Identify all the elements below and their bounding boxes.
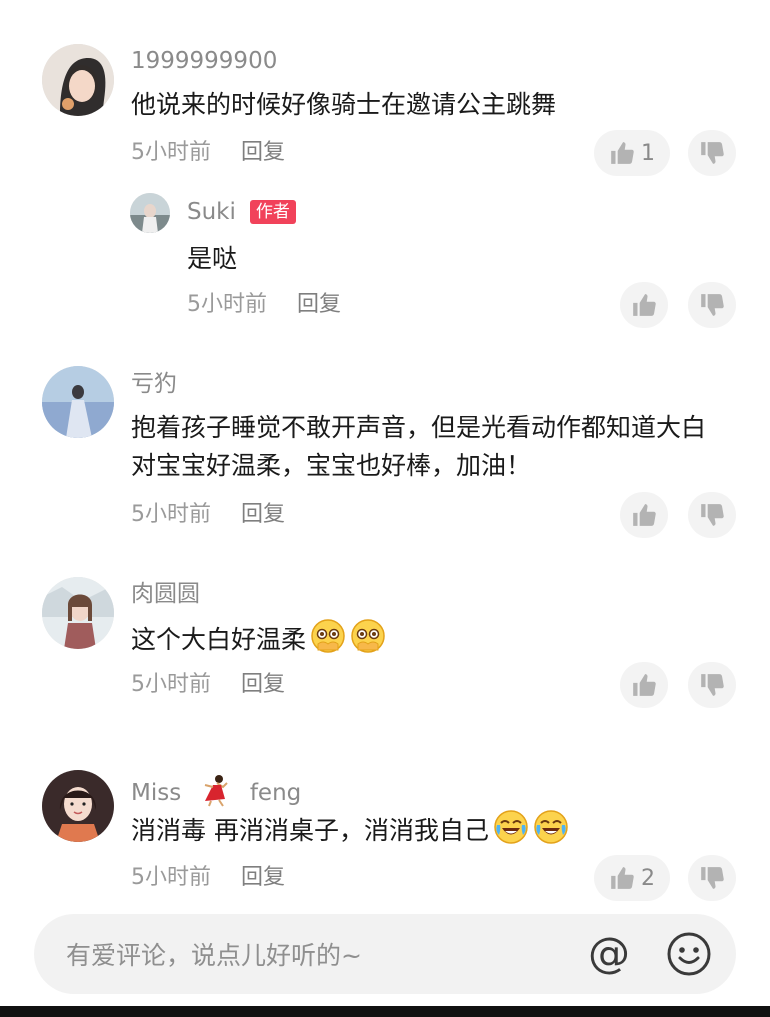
reply-button[interactable]: 回复 <box>297 292 341 317</box>
comment-text: 他说来的时候好像骑士在邀请公主跳舞 <box>131 90 557 119</box>
like-count: 2 <box>641 865 655 891</box>
comment-text: 抱着孩子睡觉不敢开声音，但是光看动作都知道大白对宝宝好温柔，宝宝也好棒，加油！ <box>131 413 707 480</box>
thumbs-down-icon <box>701 142 724 164</box>
comment-input[interactable] <box>64 914 548 996</box>
comment-meta: 5小时前 回复 <box>131 139 285 167</box>
thumbs-up-icon <box>633 504 656 526</box>
comment-username[interactable]: 亏犳 <box>131 370 177 398</box>
comment-meta: 5小时前 回复 <box>131 671 285 699</box>
thumbs-up-icon <box>611 867 634 889</box>
dislike-button[interactable] <box>688 130 736 176</box>
dislike-button[interactable] <box>688 855 736 901</box>
reply-button[interactable]: 回复 <box>241 865 285 890</box>
thumbs-up-icon <box>633 674 656 696</box>
pleading-face-emoji <box>351 619 385 653</box>
comment-username[interactable]: 肉圆圆 <box>131 580 200 608</box>
smiley-face-icon[interactable] <box>666 931 712 977</box>
comment-meta: 5小时前 回复 <box>131 864 285 892</box>
thumbs-down-icon <box>701 294 724 316</box>
thumbs-down-icon <box>701 674 724 696</box>
like-button[interactable]: 1 <box>594 130 670 176</box>
like-button[interactable] <box>620 492 668 538</box>
author-badge: 作者 <box>249 200 296 224</box>
comment-text: 是哒 <box>187 244 238 273</box>
comment-text: 这个大白好温柔 <box>131 618 721 659</box>
user-avatar[interactable] <box>42 770 114 842</box>
dancer-emoji <box>204 775 228 807</box>
thumbs-down-icon <box>701 504 724 526</box>
comment-time: 5小时前 <box>187 292 267 317</box>
dislike-button[interactable] <box>688 282 736 328</box>
comment-time: 5小时前 <box>131 140 211 165</box>
like-count: 1 <box>641 140 655 166</box>
dislike-button[interactable] <box>688 662 736 708</box>
comment-list: 1999999900 他说来的时候好像骑士在邀请公主跳舞 5小时前 回复 1 Su… <box>10 0 760 1006</box>
comment-time: 5小时前 <box>131 865 211 890</box>
comment-username[interactable]: Miss feng <box>131 773 301 807</box>
comment-username[interactable]: Suki 作者 <box>187 198 296 226</box>
screen-edge <box>0 1006 770 1017</box>
like-button[interactable]: 2 <box>594 855 670 901</box>
user-avatar[interactable] <box>42 44 114 116</box>
reply-button[interactable]: 回复 <box>241 672 285 697</box>
comment-time: 5小时前 <box>131 672 211 697</box>
thumbs-up-icon <box>633 294 656 316</box>
comment-username[interactable]: 1999999900 <box>131 47 277 75</box>
comment-meta: 5小时前 回复 <box>131 501 285 529</box>
thumbs-down-icon <box>701 867 724 889</box>
mention-button[interactable]: @ <box>586 932 632 978</box>
user-avatar[interactable] <box>42 577 114 649</box>
user-avatar[interactable] <box>42 366 114 438</box>
like-button[interactable] <box>620 282 668 328</box>
reply-button[interactable]: 回复 <box>241 140 285 165</box>
thumbs-up-icon <box>611 142 634 164</box>
comment-text: 消消毒 再消消桌子，消消我自己 <box>131 809 721 850</box>
like-button[interactable] <box>620 662 668 708</box>
comment-time: 5小时前 <box>131 502 211 527</box>
comment-meta: 5小时前 回复 <box>187 291 341 319</box>
rolling-laughing-emoji <box>534 810 568 844</box>
comment-input-bar: @ <box>34 914 736 996</box>
dislike-button[interactable] <box>688 492 736 538</box>
user-avatar[interactable] <box>130 193 170 233</box>
pleading-face-emoji <box>311 619 345 653</box>
reply-button[interactable]: 回复 <box>241 502 285 527</box>
rolling-laughing-emoji <box>494 810 528 844</box>
